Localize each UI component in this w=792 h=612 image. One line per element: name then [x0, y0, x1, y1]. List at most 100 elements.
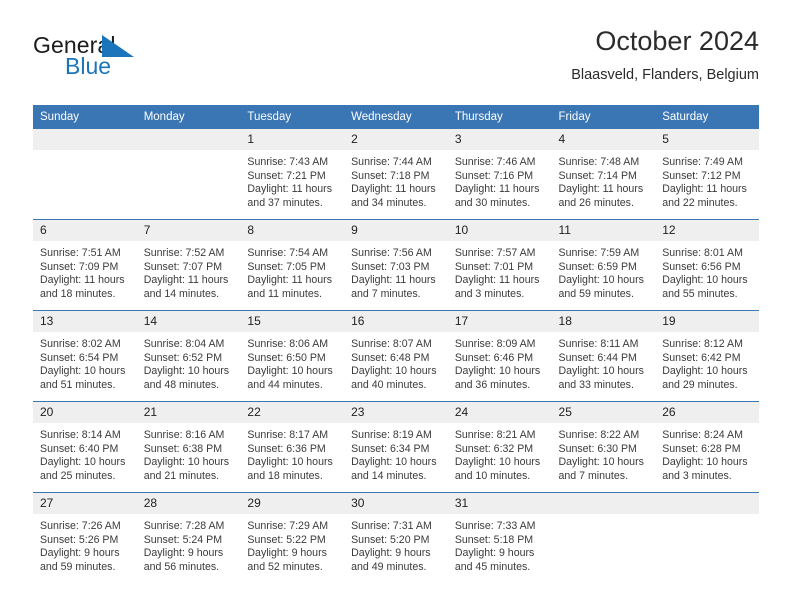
day-cell[interactable]: 20 Sunrise: 8:14 AM Sunset: 6:40 PM Dayl… — [33, 401, 137, 493]
day-details: Sunrise: 8:21 AM Sunset: 6:32 PM Dayligh… — [448, 423, 552, 483]
sunrise-text: Sunrise: 7:52 AM — [143, 247, 225, 259]
day-number: 25 — [551, 402, 656, 423]
day-cell[interactable]: 19 Sunrise: 8:12 AM Sunset: 6:42 PM Dayl… — [655, 310, 759, 402]
day-details: Sunrise: 7:59 AM Sunset: 6:59 PM Dayligh… — [552, 241, 656, 301]
sunrise-text: Sunrise: 7:48 AM — [558, 156, 640, 168]
daylight-text: Daylight: 11 hours and 26 minutes. — [558, 183, 644, 209]
day-number: 19 — [655, 311, 759, 332]
day-cell[interactable]: 21 Sunrise: 8:16 AM Sunset: 6:38 PM Dayl… — [136, 401, 241, 493]
calendar-page: General Blue October 2024 Blaasveld, Fla… — [0, 0, 792, 612]
calendar-week-row: 13 Sunrise: 8:02 AM Sunset: 6:54 PM Dayl… — [33, 310, 759, 402]
sunrise-text: Sunrise: 7:59 AM — [558, 247, 640, 259]
day-details: Sunrise: 7:49 AM Sunset: 7:12 PM Dayligh… — [655, 150, 759, 210]
day-number: 15 — [240, 311, 345, 332]
day-cell[interactable]: 24 Sunrise: 8:21 AM Sunset: 6:32 PM Dayl… — [447, 401, 552, 493]
day-cell[interactable]: 3 Sunrise: 7:46 AM Sunset: 7:16 PM Dayli… — [447, 129, 552, 220]
day-details: Sunrise: 7:33 AM Sunset: 5:18 PM Dayligh… — [448, 514, 552, 574]
day-cell[interactable]: 29 Sunrise: 7:29 AM Sunset: 5:22 PM Dayl… — [240, 492, 345, 583]
day-details: Sunrise: 8:01 AM Sunset: 6:56 PM Dayligh… — [655, 241, 759, 301]
sunset-text: Sunset: 6:36 PM — [247, 442, 326, 455]
day-cell[interactable]: 11 Sunrise: 7:59 AM Sunset: 6:59 PM Dayl… — [551, 219, 656, 311]
day-cell[interactable]: 10 Sunrise: 7:57 AM Sunset: 7:01 PM Dayl… — [447, 219, 552, 311]
day-number: 21 — [136, 402, 241, 423]
day-cell[interactable]: 18 Sunrise: 8:11 AM Sunset: 6:44 PM Dayl… — [551, 310, 656, 402]
daylight-text: Daylight: 11 hours and 18 minutes. — [40, 274, 125, 300]
sunset-text: Sunset: 6:28 PM — [662, 442, 741, 455]
day-cell[interactable]: 12 Sunrise: 8:01 AM Sunset: 6:56 PM Dayl… — [655, 219, 759, 311]
day-cell[interactable]: 6 Sunrise: 7:51 AM Sunset: 7:09 PM Dayli… — [33, 219, 137, 311]
weekday-header-wednesday: Wednesday — [344, 105, 448, 129]
day-number: 3 — [447, 129, 552, 150]
day-details: Sunrise: 7:46 AM Sunset: 7:16 PM Dayligh… — [448, 150, 552, 210]
day-cell[interactable]: 14 Sunrise: 8:04 AM Sunset: 6:52 PM Dayl… — [136, 310, 241, 402]
day-cell[interactable]: 31 Sunrise: 7:33 AM Sunset: 5:18 PM Dayl… — [447, 492, 552, 583]
general-blue-logo[interactable]: General Blue — [33, 32, 233, 88]
sunrise-text: Sunrise: 8:19 AM — [351, 429, 432, 441]
calendar-week-row: 27 Sunrise: 7:26 AM Sunset: 5:26 PM Dayl… — [33, 492, 759, 583]
day-cell[interactable]: 4 Sunrise: 7:48 AM Sunset: 7:14 PM Dayli… — [551, 129, 656, 220]
day-cell[interactable]: 26 Sunrise: 8:24 AM Sunset: 6:28 PM Dayl… — [655, 401, 759, 493]
daylight-text: Daylight: 10 hours and 44 minutes. — [247, 365, 333, 391]
day-cell[interactable]: 1 Sunrise: 7:43 AM Sunset: 7:21 PM Dayli… — [240, 129, 345, 220]
day-cell[interactable]: 25 Sunrise: 8:22 AM Sunset: 6:30 PM Dayl… — [551, 401, 656, 493]
day-number: 2 — [344, 129, 448, 150]
sunrise-text: Sunrise: 8:12 AM — [662, 338, 743, 350]
sunrise-text: Sunrise: 8:06 AM — [247, 338, 329, 350]
sunrise-text: Sunrise: 8:22 AM — [558, 429, 640, 441]
day-cell[interactable]: 17 Sunrise: 8:09 AM Sunset: 6:46 PM Dayl… — [447, 310, 552, 402]
day-cell[interactable]: 22 Sunrise: 8:17 AM Sunset: 6:36 PM Dayl… — [240, 401, 345, 493]
day-cell[interactable]: 27 Sunrise: 7:26 AM Sunset: 5:26 PM Dayl… — [33, 492, 137, 583]
daylight-text: Daylight: 11 hours and 22 minutes. — [662, 183, 747, 209]
day-details: Sunrise: 8:14 AM Sunset: 6:40 PM Dayligh… — [33, 423, 137, 483]
daylight-text: Daylight: 9 hours and 59 minutes. — [40, 547, 120, 573]
day-cell[interactable] — [136, 129, 241, 220]
day-cell[interactable]: 16 Sunrise: 8:07 AM Sunset: 6:48 PM Dayl… — [344, 310, 448, 402]
day-number: 11 — [551, 220, 656, 241]
sunset-text: Sunset: 6:52 PM — [143, 351, 223, 364]
day-cell-empty — [655, 492, 759, 583]
daylight-text: Daylight: 11 hours and 34 minutes. — [351, 183, 436, 209]
day-number: 23 — [344, 402, 448, 423]
day-number: 17 — [447, 311, 552, 332]
sunrise-text: Sunrise: 7:46 AM — [454, 156, 536, 168]
day-details: Sunrise: 7:28 AM Sunset: 5:24 PM Dayligh… — [137, 514, 241, 574]
sunset-text: Sunset: 6:50 PM — [247, 351, 326, 364]
sunset-text: Sunset: 6:42 PM — [662, 351, 741, 364]
day-cell[interactable]: 5 Sunrise: 7:49 AM Sunset: 7:12 PM Dayli… — [655, 129, 759, 220]
day-number: 16 — [344, 311, 448, 332]
page-title: October 2024 — [595, 26, 759, 56]
day-cell[interactable]: 28 Sunrise: 7:28 AM Sunset: 5:24 PM Dayl… — [136, 492, 241, 583]
day-cell[interactable]: 30 Sunrise: 7:31 AM Sunset: 5:20 PM Dayl… — [344, 492, 448, 583]
day-details: Sunrise: 7:43 AM Sunset: 7:21 PM Dayligh… — [240, 150, 344, 210]
sunset-text: Sunset: 6:32 PM — [454, 442, 534, 455]
day-number: 27 — [33, 493, 137, 514]
daylight-text: Daylight: 10 hours and 18 minutes. — [247, 456, 333, 482]
sunrise-text: Sunrise: 8:01 AM — [662, 247, 743, 259]
day-details: Sunrise: 7:57 AM Sunset: 7:01 PM Dayligh… — [448, 241, 552, 301]
sunrise-text: Sunrise: 7:26 AM — [40, 520, 121, 532]
sunset-text: Sunset: 5:22 PM — [247, 533, 326, 546]
sunset-text: Sunset: 7:09 PM — [40, 260, 119, 273]
day-cell[interactable]: 8 Sunrise: 7:54 AM Sunset: 7:05 PM Dayli… — [240, 219, 345, 311]
day-number: 8 — [240, 220, 345, 241]
sunrise-text: Sunrise: 8:11 AM — [558, 338, 639, 350]
sunset-text: Sunset: 5:24 PM — [143, 533, 223, 546]
day-details: Sunrise: 7:52 AM Sunset: 7:07 PM Dayligh… — [137, 241, 241, 301]
daylight-text: Daylight: 10 hours and 14 minutes. — [351, 456, 437, 482]
day-cell[interactable]: 9 Sunrise: 7:56 AM Sunset: 7:03 PM Dayli… — [344, 219, 448, 311]
day-cell[interactable]: 2 Sunrise: 7:44 AM Sunset: 7:18 PM Dayli… — [344, 129, 448, 220]
day-cell[interactable] — [33, 129, 137, 220]
sunset-text: Sunset: 7:03 PM — [351, 260, 430, 273]
sunset-text: Sunset: 7:21 PM — [247, 169, 326, 182]
calendar-week-row: 1 Sunrise: 7:43 AM Sunset: 7:21 PM Dayli… — [33, 129, 759, 220]
day-cell[interactable]: 23 Sunrise: 8:19 AM Sunset: 6:34 PM Dayl… — [344, 401, 448, 493]
weekday-header-saturday: Saturday — [655, 105, 759, 129]
day-details: Sunrise: 8:06 AM Sunset: 6:50 PM Dayligh… — [240, 332, 344, 392]
day-cell[interactable]: 15 Sunrise: 8:06 AM Sunset: 6:50 PM Dayl… — [240, 310, 345, 402]
day-cell[interactable]: 7 Sunrise: 7:52 AM Sunset: 7:07 PM Dayli… — [136, 219, 241, 311]
day-cell[interactable]: 13 Sunrise: 8:02 AM Sunset: 6:54 PM Dayl… — [33, 310, 137, 402]
day-details: Sunrise: 8:04 AM Sunset: 6:52 PM Dayligh… — [137, 332, 241, 392]
day-details: Sunrise: 8:19 AM Sunset: 6:34 PM Dayligh… — [344, 423, 448, 483]
day-details: Sunrise: 8:16 AM Sunset: 6:38 PM Dayligh… — [137, 423, 241, 483]
sunrise-text: Sunrise: 8:14 AM — [40, 429, 121, 441]
